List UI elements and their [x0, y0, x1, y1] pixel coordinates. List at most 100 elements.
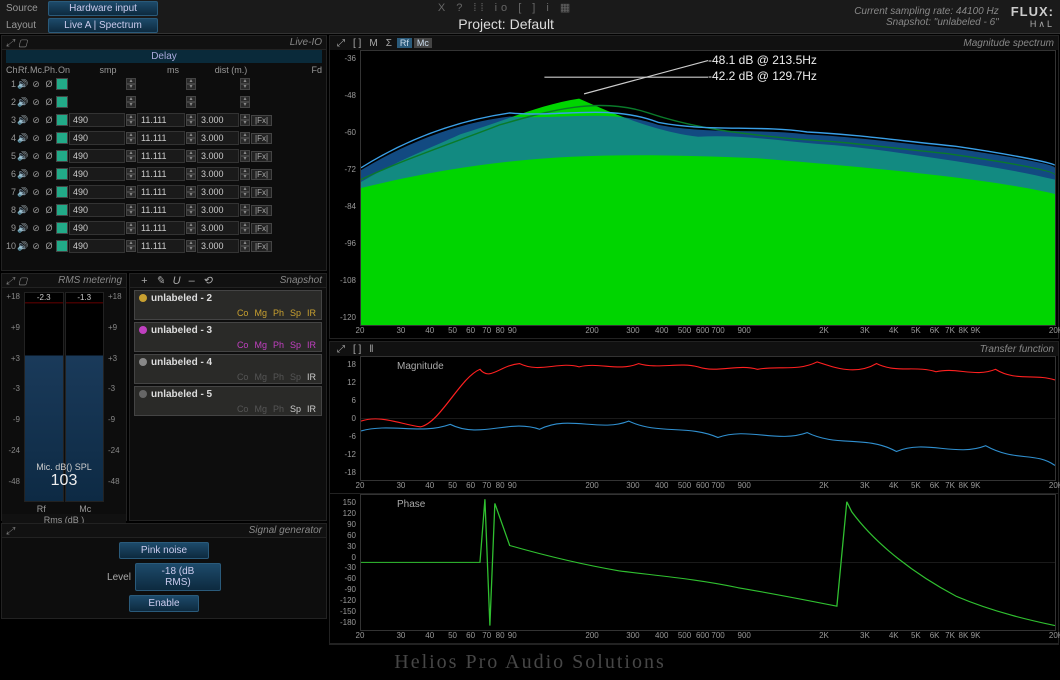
fx-button[interactable]: |Fx| — [251, 151, 272, 162]
spinner[interactable]: ▴▾ — [126, 222, 136, 234]
spinner[interactable]: ▴▾ — [126, 150, 136, 162]
fx-button[interactable]: |Fx| — [251, 115, 272, 126]
dist-input[interactable] — [197, 113, 239, 127]
on-checkbox[interactable] — [56, 78, 68, 90]
speaker-icon[interactable]: 🔊 — [17, 168, 29, 180]
spinner[interactable]: ▴▾ — [186, 222, 196, 234]
snapshot-tool[interactable]: – — [186, 275, 198, 287]
chart-tool[interactable]: ‖ — [366, 344, 376, 355]
spinner[interactable]: ▴▾ — [126, 240, 136, 252]
spinner[interactable]: ▴▾ — [186, 186, 196, 198]
spinner[interactable]: ▴▾ — [126, 96, 136, 108]
smp-input[interactable] — [69, 149, 125, 163]
dist-input[interactable] — [197, 185, 239, 199]
mute-icon[interactable]: ⊘ — [30, 186, 42, 198]
on-checkbox[interactable] — [56, 132, 68, 144]
spinner[interactable]: ▴▾ — [186, 204, 196, 216]
chart-tool[interactable]: [ ] — [350, 344, 364, 355]
fx-button[interactable]: |Fx| — [251, 241, 272, 252]
phase-icon[interactable]: Ø — [43, 222, 55, 234]
smp-input[interactable] — [69, 113, 125, 127]
expand-icon[interactable]: ⤢ — [6, 526, 16, 536]
chart-tool[interactable]: Σ — [383, 38, 395, 49]
snapshot-tool[interactable]: ✎ — [152, 274, 167, 287]
spinner[interactable]: ▴▾ — [186, 114, 196, 126]
mute-icon[interactable]: ⊘ — [30, 96, 42, 108]
chart-tool[interactable]: [ ] — [350, 38, 364, 49]
on-checkbox[interactable] — [56, 204, 68, 216]
speaker-icon[interactable]: 🔊 — [17, 150, 29, 162]
ms-input[interactable] — [137, 149, 185, 163]
on-checkbox[interactable] — [56, 96, 68, 108]
speaker-icon[interactable]: 🔊 — [17, 240, 29, 252]
dist-input[interactable] — [197, 203, 239, 217]
speaker-icon[interactable]: 🔊 — [17, 222, 29, 234]
enable-button[interactable]: Enable — [129, 595, 199, 612]
mute-icon[interactable]: ⊘ — [30, 204, 42, 216]
fx-button[interactable]: |Fx| — [251, 133, 272, 144]
spinner[interactable]: ▴▾ — [126, 78, 136, 90]
snapshot-item[interactable]: unlabeled - 5CoMgPhSpIR — [134, 386, 322, 416]
snapshot-tool[interactable]: U — [170, 275, 184, 287]
mc-toggle[interactable]: Mc — [414, 38, 432, 48]
noise-type-button[interactable]: Pink noise — [119, 542, 209, 559]
source-dropdown[interactable]: Hardware input — [48, 1, 158, 16]
level-value[interactable]: -18 (dB RMS) — [135, 563, 221, 591]
chart-tool[interactable]: ⤢ — [334, 344, 348, 355]
snapshot-item[interactable]: unlabeled - 3CoMgPhSpIR — [134, 322, 322, 352]
speaker-icon[interactable]: 🔊 — [17, 132, 29, 144]
on-checkbox[interactable] — [56, 168, 68, 180]
spinner[interactable]: ▴▾ — [126, 204, 136, 216]
phase-icon[interactable]: Ø — [43, 168, 55, 180]
spinner[interactable]: ▴▾ — [186, 96, 196, 108]
mute-icon[interactable]: ⊘ — [30, 150, 42, 162]
speaker-icon[interactable]: 🔊 — [17, 114, 29, 126]
phase-icon[interactable]: Ø — [43, 150, 55, 162]
magnitude-plot[interactable]: Magnitude — [360, 356, 1056, 481]
speaker-icon[interactable]: 🔊 — [17, 186, 29, 198]
smp-input[interactable] — [69, 185, 125, 199]
snapshot-tool[interactable]: + — [138, 275, 150, 287]
dist-input[interactable] — [197, 167, 239, 181]
ms-input[interactable] — [137, 221, 185, 235]
spinner[interactable]: ▴▾ — [126, 132, 136, 144]
ms-input[interactable] — [137, 239, 185, 253]
spinner[interactable]: ▴▾ — [240, 114, 250, 126]
spinner[interactable]: ▴▾ — [186, 168, 196, 180]
spinner[interactable]: ▴▾ — [186, 78, 196, 90]
phase-icon[interactable]: Ø — [43, 132, 55, 144]
chart-tool[interactable]: ⤢ — [334, 38, 348, 49]
rf-toggle[interactable]: Rf — [397, 38, 412, 48]
spinner[interactable]: ▴▾ — [240, 96, 250, 108]
phase-icon[interactable]: Ø — [43, 78, 55, 90]
mute-icon[interactable]: ⊘ — [30, 222, 42, 234]
box-icon[interactable]: ▢ — [18, 276, 28, 286]
on-checkbox[interactable] — [56, 150, 68, 162]
snapshot-item[interactable]: unlabeled - 2CoMgPhSpIR — [134, 290, 322, 320]
spinner[interactable]: ▴▾ — [240, 222, 250, 234]
on-checkbox[interactable] — [56, 222, 68, 234]
phase-icon[interactable]: Ø — [43, 114, 55, 126]
phase-plot[interactable]: Phase — [360, 494, 1056, 631]
expand-icon[interactable]: ⤢ — [6, 38, 16, 48]
fx-button[interactable]: |Fx| — [251, 187, 272, 198]
spinner[interactable]: ▴▾ — [126, 168, 136, 180]
spinner[interactable]: ▴▾ — [126, 114, 136, 126]
on-checkbox[interactable] — [56, 186, 68, 198]
expand-icon[interactable]: ⤢ — [6, 276, 16, 286]
spinner[interactable]: ▴▾ — [240, 132, 250, 144]
spinner[interactable]: ▴▾ — [186, 240, 196, 252]
ms-input[interactable] — [137, 113, 185, 127]
chart-tool[interactable]: M — [366, 38, 380, 49]
phase-icon[interactable]: Ø — [43, 240, 55, 252]
dist-input[interactable] — [197, 221, 239, 235]
fx-button[interactable]: |Fx| — [251, 205, 272, 216]
spinner[interactable]: ▴▾ — [240, 240, 250, 252]
mute-icon[interactable]: ⊘ — [30, 132, 42, 144]
mute-icon[interactable]: ⊘ — [30, 168, 42, 180]
spinner[interactable]: ▴▾ — [126, 186, 136, 198]
mute-icon[interactable]: ⊘ — [30, 78, 42, 90]
snapshot-tool[interactable]: ⟲ — [200, 274, 215, 287]
smp-input[interactable] — [69, 239, 125, 253]
spinner[interactable]: ▴▾ — [240, 78, 250, 90]
